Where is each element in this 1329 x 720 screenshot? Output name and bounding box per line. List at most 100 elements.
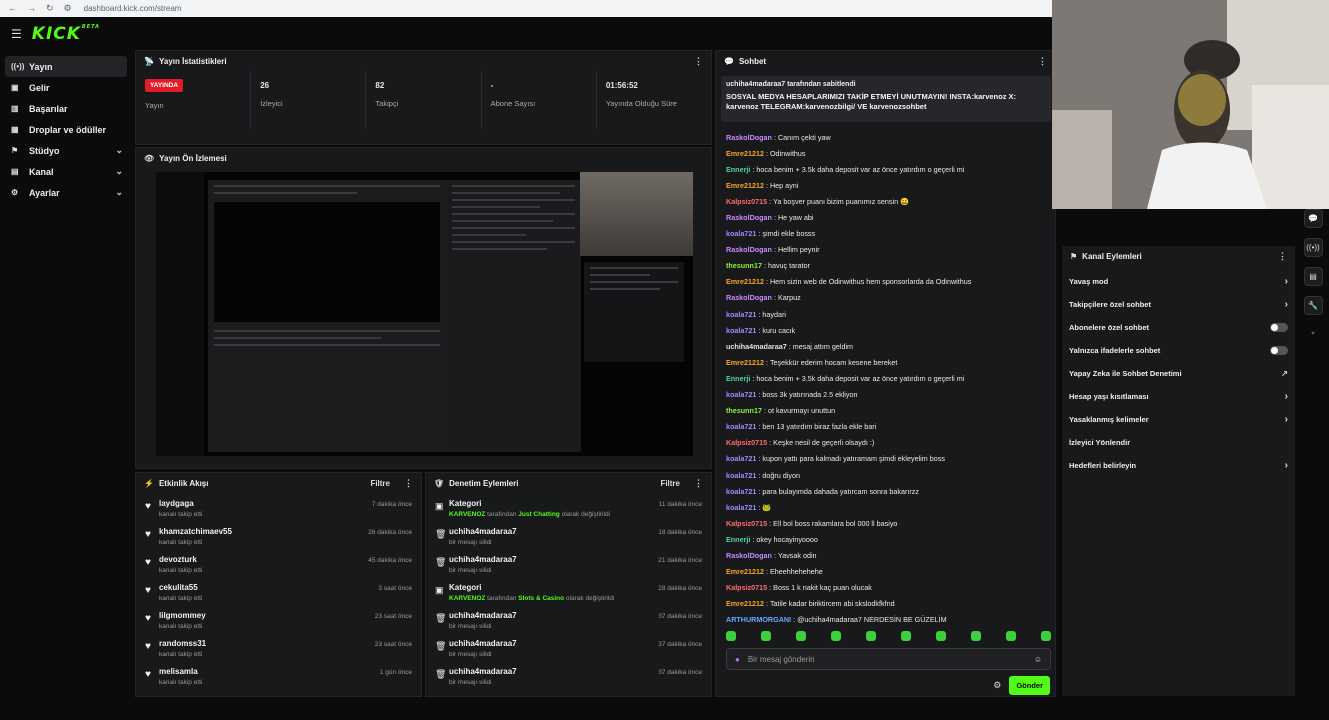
chevron-down-icon[interactable]: ⌄	[115, 166, 123, 177]
sidebar-item-3[interactable]: ▦ Droplar ve ödüller	[5, 119, 127, 140]
activity-row[interactable]: ♥ cekulita55 kanalı takip etti 3 saat önce	[136, 583, 421, 611]
emote-icon[interactable]	[1006, 631, 1016, 641]
emote-icon[interactable]	[726, 631, 736, 641]
chevron-down-icon[interactable]: ⌄	[115, 145, 123, 156]
emoji-icon[interactable]: ☺	[1034, 655, 1042, 664]
activity-row[interactable]: ♥ randomss31 kanalı takip etti 23 saat önce	[136, 639, 421, 667]
chat-username[interactable]: koala721	[726, 503, 756, 512]
sidebar-item-5[interactable]: ▤ Kanal ⌄	[5, 161, 127, 182]
more-icon[interactable]: ⋮	[404, 478, 413, 489]
chat-username[interactable]: koala721	[726, 471, 756, 480]
channel-action-7[interactable]: İzleyici Yönlendir	[1062, 431, 1295, 454]
forward-icon[interactable]: →	[27, 3, 36, 14]
chat-username[interactable]: RaskolDogan	[726, 213, 772, 222]
add-widget-icon[interactable]: ⁺	[1304, 325, 1323, 344]
more-icon[interactable]: ⋮	[1278, 251, 1287, 262]
chat-username[interactable]: koala721	[726, 326, 756, 335]
chat-username[interactable]: Emre21212	[726, 358, 764, 367]
chat-username[interactable]: Kalpsiz0715	[726, 438, 767, 447]
chat-username[interactable]: koala721	[726, 487, 756, 496]
sidebar-item-4[interactable]: ⚑ Stüdyo ⌄	[5, 140, 127, 161]
stream-preview[interactable]	[156, 172, 693, 456]
moderation-filter-button[interactable]: Filtre	[660, 479, 680, 488]
pinned-message[interactable]: uchiha4madaraa7 tarafından sabitlendi SO…	[721, 76, 1051, 122]
address-bar[interactable]: dashboard.kick.com/stream	[84, 4, 182, 13]
activity-row[interactable]: ♥ khamzatchimaev55 kanalı takip etti 26 dak…	[136, 527, 421, 555]
activity-row[interactable]: ♥ melisamla kanalı takip etti 1 gün önce	[136, 667, 421, 695]
chevron-down-icon[interactable]: ⌄	[115, 187, 123, 198]
chat-username[interactable]: Ennerji	[726, 165, 750, 174]
chat-username[interactable]: koala721	[726, 229, 756, 238]
chat-username[interactable]: Kalpsiz0715	[726, 583, 767, 592]
sidebar-item-6[interactable]: ⚙ Ayarlar ⌄	[5, 182, 127, 203]
wrench-icon[interactable]: 🔧	[1303, 296, 1323, 315]
chat-username[interactable]: Kalpsiz0715	[726, 197, 767, 206]
emote-icon[interactable]	[831, 631, 841, 641]
more-icon[interactable]: ⋮	[1038, 56, 1047, 67]
chat-username[interactable]: Ennerji	[726, 374, 750, 383]
layout-tool-icon[interactable]: ▤	[1303, 267, 1323, 286]
moderation-row[interactable]: ▣ Kategori KARVENOZ tarafından Slots & Cas…	[426, 583, 711, 611]
chat-username[interactable]: Emre21212	[726, 599, 764, 608]
channel-action-0[interactable]: Yavaş mod ›	[1062, 270, 1295, 293]
toggle-switch[interactable]	[1270, 323, 1288, 332]
moderation-row[interactable]: 🗑 uchiha4madaraa7 bir mesajı silidi 37 daki…	[426, 667, 711, 695]
more-icon[interactable]: ⋮	[694, 478, 703, 489]
emote-icon[interactable]	[971, 631, 981, 641]
chat-username[interactable]: ARTHURMORGANI	[726, 615, 791, 624]
channel-action-4[interactable]: Yapay Zeka ile Sohbet Denetimi ↗	[1062, 362, 1295, 385]
chat-username[interactable]: Emre21212	[726, 181, 764, 190]
chat-username[interactable]: thesunn17	[726, 406, 762, 415]
chat-settings-icon[interactable]: ⚙	[993, 680, 1001, 691]
channel-action-1[interactable]: Takipçilere özel sohbet ›	[1062, 293, 1295, 316]
chat-username[interactable]: koala721	[726, 310, 756, 319]
emote-icon[interactable]	[901, 631, 911, 641]
activity-row[interactable]: ♥ lilgmommey kanalı takip etti 23 saat önce	[136, 611, 421, 639]
menu-icon[interactable]: ☰	[11, 27, 22, 41]
channel-action-8[interactable]: Hedefleri belirleyin ›	[1062, 454, 1295, 477]
channel-action-3[interactable]: Yalnızca ifadelerle sohbet	[1062, 339, 1295, 362]
sidebar-item-1[interactable]: ▣ Gelir	[5, 77, 127, 98]
chat-username[interactable]: RaskolDogan	[726, 133, 772, 142]
moderation-row[interactable]: ▣ Kategori KARVENOZ tarafından Just Chatti…	[426, 499, 711, 527]
sidebar-item-0[interactable]: ((•)) Yayın	[5, 56, 127, 77]
emote-icon[interactable]	[796, 631, 806, 641]
emote-icon[interactable]	[1041, 631, 1051, 641]
chat-username[interactable]: Ennerji	[726, 535, 750, 544]
activity-filter-button[interactable]: Filtre	[370, 479, 390, 488]
chat-username[interactable]: uchiha4madaraa7	[726, 342, 787, 351]
chat-username[interactable]: koala721	[726, 390, 756, 399]
chat-input[interactable]: ● Bir mesaj gönderin ☺	[726, 648, 1051, 670]
chat-username[interactable]: Kalpsiz0715	[726, 519, 767, 528]
site-info-icon[interactable]: ⚙	[64, 3, 72, 14]
emote-icon[interactable]	[761, 631, 771, 641]
moderation-row[interactable]: 🗑 uchiha4madaraa7 bir mesajı silidi 37 daki…	[426, 639, 711, 667]
more-icon[interactable]: ⋮	[694, 56, 703, 67]
moderation-row[interactable]: 🗑 uchiha4madaraa7 bir mesajı silidi 21 daki…	[426, 555, 711, 583]
channel-action-6[interactable]: Yasaklanmış kelimeler ›	[1062, 408, 1295, 431]
chat-username[interactable]: thesunn17	[726, 261, 762, 270]
chat-tool-icon[interactable]: 💬	[1303, 209, 1323, 228]
chat-username[interactable]: Emre21212	[726, 277, 764, 286]
channel-action-5[interactable]: Hesap yaşı kısıtlaması ›	[1062, 385, 1295, 408]
emote-icon[interactable]	[866, 631, 876, 641]
activity-row[interactable]: ♥ devozturk kanalı takip etti 45 dakika önc…	[136, 555, 421, 583]
reload-icon[interactable]: ↻	[46, 3, 54, 14]
chat-username[interactable]: RaskolDogan	[726, 245, 772, 254]
activity-row[interactable]: ♥ laydgaga kanalı takip etti 7 dakika önce	[136, 499, 421, 527]
kick-logo[interactable]: KICKBETA	[32, 24, 100, 44]
chat-username[interactable]: Emre21212	[726, 149, 764, 158]
moderation-row[interactable]: 🗑 uchiha4madaraa7 bir mesajı silidi 18 daki…	[426, 527, 711, 555]
moderation-row[interactable]: 🗑 uchiha4madaraa7 bir mesajı silidi 37 daki…	[426, 611, 711, 639]
back-icon[interactable]: ←	[8, 3, 17, 14]
sidebar-item-2[interactable]: ▥ Başarılar	[5, 98, 127, 119]
broadcast-tool-icon[interactable]: ((•))	[1303, 238, 1323, 257]
toggle-switch[interactable]	[1270, 346, 1288, 355]
emote-icon[interactable]	[936, 631, 946, 641]
channel-action-2[interactable]: Abonelere özel sohbet	[1062, 316, 1295, 339]
mic-icon[interactable]: ●	[735, 655, 740, 664]
chat-username[interactable]: RaskolDogan	[726, 293, 772, 302]
send-button[interactable]: Gönder	[1009, 676, 1050, 695]
chat-username[interactable]: Emre21212	[726, 567, 764, 576]
chat-username[interactable]: RaskolDogan	[726, 551, 772, 560]
